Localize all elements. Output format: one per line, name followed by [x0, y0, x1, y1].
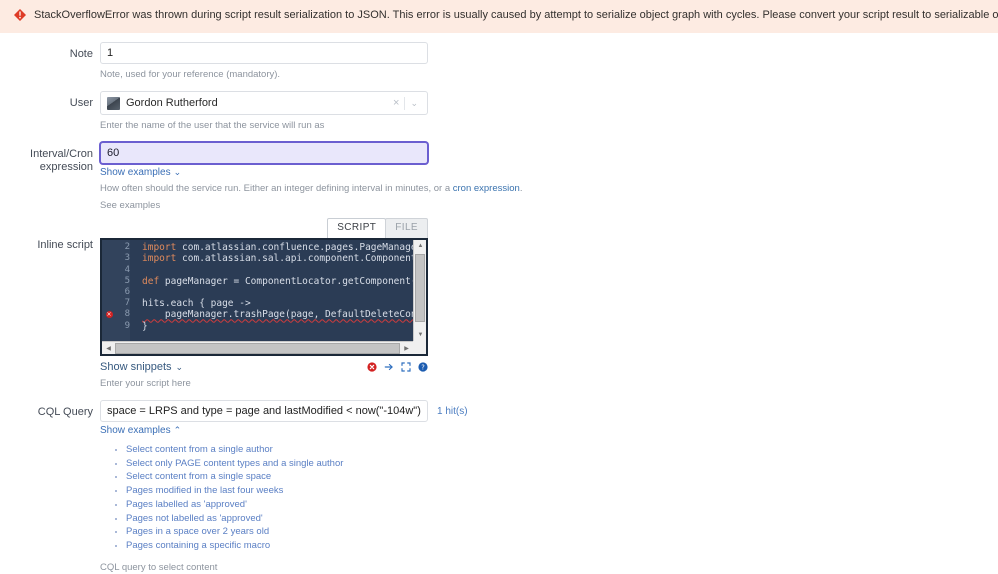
error-status-icon[interactable] — [367, 362, 377, 372]
code-line-number: 3 — [124, 253, 130, 264]
field-row-interval: Interval/Cron expression Show examples ⌄… — [0, 142, 998, 212]
code-line-number: 2 — [124, 242, 130, 253]
show-snippets-label: Show snippets — [100, 361, 172, 373]
interval-hint-text-before: How often should the service run. Either… — [100, 183, 453, 194]
chevron-down-icon: ⌄ — [173, 167, 182, 177]
code-line-text: import com.atlassian.sal.api.component.C… — [142, 253, 413, 265]
code-line-text: import com.atlassian.confluence.pages.Pa… — [142, 242, 413, 254]
code-line-number: 9 — [124, 320, 130, 331]
chevron-up-icon: ⌃ — [173, 425, 182, 435]
field-row-cql: CQL Query 1 hit(s) Show examples ⌃ Selec… — [0, 400, 998, 574]
tab-file[interactable]: FILE — [385, 218, 428, 238]
code-line-text: hits.each { page -> — [142, 298, 251, 310]
field-row-inline-script: Inline script SCRIPT FILE 1import com.at… — [0, 218, 998, 390]
tab-script[interactable]: SCRIPT — [327, 218, 387, 238]
code-line-text: def pageManager = ComponentLocator.getCo… — [142, 275, 413, 287]
editor-horizontal-scrollbar[interactable]: ◀ ▶ — [102, 341, 413, 354]
cql-label: CQL Query — [37, 406, 93, 418]
note-hint: Note, used for your reference (mandatory… — [100, 69, 281, 80]
user-select[interactable]: Gordon Rutherford × ⌄ — [100, 91, 428, 115]
code-line-number: 4 — [124, 264, 130, 275]
interval-label: Interval/Cron expression — [30, 148, 93, 173]
scroll-down-arrow-icon[interactable]: ▼ — [414, 329, 426, 341]
cql-query-input[interactable] — [100, 400, 428, 422]
code-lines: 1import com.atlassian.confluence.core.De… — [102, 240, 413, 332]
code-line-text: pageManager.trashPage(page, DefaultDelet… — [164, 309, 413, 321]
cql-example-item[interactable]: Select content from a single space — [126, 470, 998, 483]
code-line: 3 import com.atlassian.sal.api.component.… — [102, 253, 413, 264]
cql-example-item[interactable]: Pages labelled as 'approved' — [126, 498, 998, 511]
scroll-left-arrow-icon[interactable]: ◀ — [102, 342, 115, 354]
interval-input[interactable] — [100, 142, 428, 164]
help-icon[interactable]: ? — [418, 362, 428, 372]
interval-show-examples-link[interactable]: Show examples ⌄ — [100, 167, 181, 178]
chevron-down-icon: ⌄ — [175, 361, 184, 372]
clear-icon[interactable]: × — [388, 97, 404, 109]
code-line-number: 6 — [124, 286, 130, 297]
vertical-scroll-thumb[interactable] — [415, 254, 425, 322]
code-line-number: 8 — [124, 309, 130, 320]
user-select-value: Gordon Rutherford — [126, 97, 218, 109]
cql-example-item[interactable]: Select only PAGE content types and a sin… — [126, 457, 998, 470]
error-banner: StackOverflowError was thrown during scr… — [0, 0, 998, 33]
editor-toolbar-icons: ? — [367, 362, 428, 372]
scroll-up-arrow-icon[interactable]: ▲ — [414, 240, 426, 252]
note-label: Note — [69, 48, 93, 60]
editor-footer: Show snippets ⌄ ? — [100, 361, 428, 373]
interval-show-examples-label: Show examples — [100, 167, 171, 178]
scroll-right-arrow-icon[interactable]: ▶ — [400, 342, 413, 354]
code-line: 6 — [102, 287, 413, 298]
code-editor-content[interactable]: 1import com.atlassian.confluence.core.De… — [102, 240, 413, 341]
cql-example-item[interactable]: Pages not labelled as 'approved' — [126, 512, 998, 525]
field-row-user: User Gordon Rutherford × ⌄ Enter the nam… — [0, 91, 998, 132]
cql-show-examples-link[interactable]: Show examples ⌃ — [100, 425, 181, 436]
inline-script-label: Inline script — [37, 239, 93, 251]
cql-example-item[interactable]: Pages modified in the last four weeks — [126, 484, 998, 497]
code-line-text: } — [142, 320, 148, 332]
cql-example-list: Select content from a single authorSelec… — [100, 443, 998, 552]
line-error-icon[interactable] — [105, 311, 113, 319]
code-line: 8 pageManager.trashPage(page, DefaultDel… — [102, 309, 413, 320]
code-line: 2 import com.atlassian.confluence.pages.P… — [102, 242, 413, 253]
editor-vertical-scrollbar[interactable]: ▲ ▼ — [413, 240, 426, 341]
cql-hint: CQL query to select content — [100, 562, 218, 574]
scrollbar-corner — [413, 341, 426, 354]
cql-example-item[interactable]: Select content from a single author — [126, 443, 998, 456]
code-editor[interactable]: 1import com.atlassian.confluence.core.De… — [100, 238, 428, 356]
run-arrow-icon[interactable] — [384, 362, 394, 372]
inline-script-hint: Enter your script here — [100, 378, 191, 389]
error-banner-message: StackOverflowError was thrown during scr… — [34, 9, 998, 21]
horizontal-scroll-thumb[interactable] — [115, 342, 400, 354]
interval-see-examples: See examples — [100, 200, 161, 211]
user-avatar-icon — [107, 96, 120, 110]
cql-example-item[interactable]: Pages in a space over 2 years old — [126, 525, 998, 538]
code-line: 7 hits.each { page -> — [102, 298, 413, 309]
interval-hint: How often should the service run. Either… — [100, 182, 998, 195]
show-snippets-link[interactable]: Show snippets ⌄ — [100, 361, 183, 373]
code-line: 5 def pageManager = ComponentLocator.getC… — [102, 276, 413, 287]
code-line: 4 — [102, 265, 413, 276]
code-line-marker — [102, 311, 116, 319]
code-line: 9} — [102, 321, 413, 332]
cql-show-examples-label: Show examples — [100, 425, 171, 436]
cql-hit-count: 1 hit(s) — [437, 405, 468, 417]
cql-example-item[interactable]: Pages containing a specific macro — [126, 539, 998, 552]
interval-hint-text-after: . — [519, 183, 523, 194]
code-line-number: 5 — [124, 275, 130, 286]
note-input[interactable] — [100, 42, 428, 64]
cron-expression-link[interactable]: cron expression — [453, 183, 520, 194]
chevron-down-icon[interactable]: ⌄ — [405, 97, 423, 109]
editor-tabs: SCRIPT FILE — [100, 218, 428, 238]
fullscreen-icon[interactable] — [401, 362, 411, 372]
error-icon — [14, 9, 26, 21]
svg-text:?: ? — [421, 364, 425, 372]
user-hint: Enter the name of the user that the serv… — [100, 120, 325, 131]
user-label: User — [69, 97, 93, 109]
code-line-number: 7 — [124, 298, 130, 309]
field-row-note: Note Note, used for your reference (mand… — [0, 42, 998, 81]
service-form: Note Note, used for your reference (mand… — [0, 33, 998, 574]
